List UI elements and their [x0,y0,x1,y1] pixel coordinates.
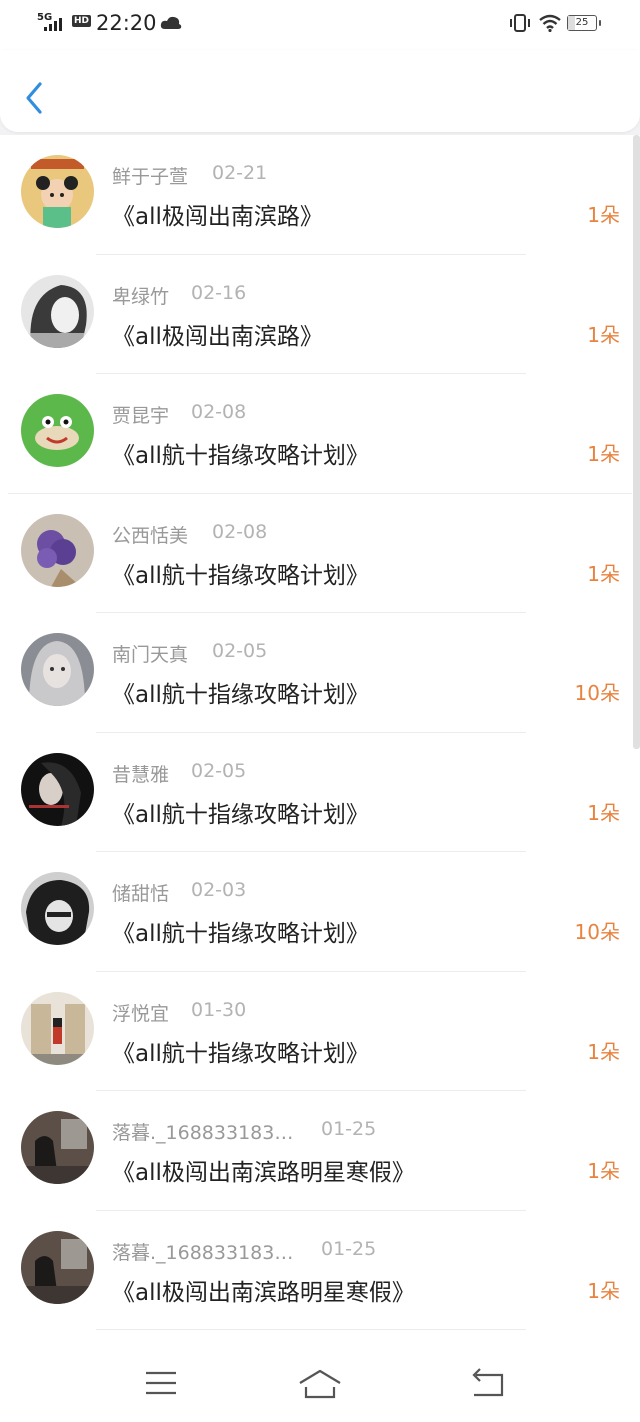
sender-name: 落暮._168833183… [112,1241,294,1264]
avatar[interactable] [21,1230,94,1304]
flower-count: 1朵 [587,1278,620,1303]
book-title[interactable]: 《all航十指缘攻略计划》 [112,1034,369,1068]
flower-count: 1朵 [587,1039,620,1064]
avatar[interactable] [21,274,94,348]
sender-name: 浮悦宜 [112,1002,170,1025]
gift-date: 02-03 [191,879,247,901]
sender-name: 公西恬美 [112,524,189,547]
sender-name: 贾昆宇 [112,405,170,427]
gift-list: 鲜于子萱 02-21 《all极闯出南滨路》 1朵 卑绿竹 02-16 《all… [0,135,640,1331]
gift-date: 01-25 [321,1118,377,1140]
gift-date: 02-05 [191,759,247,782]
divider [96,1329,526,1330]
status-bar: 5G HD 22:20 25 [0,0,640,50]
system-nav-bar [0,1331,640,1422]
vibrate-icon [509,14,531,36]
app-header [0,50,640,132]
menu-icon [146,1371,176,1395]
gift-row[interactable]: 鲜于子萱 02-21 《all极闯出南滨路》 1朵 [0,135,632,255]
gift-date: 02-05 [212,640,268,662]
sender-name: 鲜于子萱 [112,166,189,188]
book-title[interactable]: 《all航十指缘攻略计划》 [112,556,369,590]
flower-count: 1朵 [587,800,620,825]
sender-name: 储甜恬 [112,883,170,905]
gift-date: 02-08 [191,401,247,423]
book-title[interactable]: 《all极闯出南滨路明星寒假》 [112,1273,415,1307]
gift-row[interactable]: 浮悦宜 01-30 《all航十指缘攻略计划》 1朵 [0,972,632,1091]
flower-count: 10朵 [574,920,620,944]
gift-row[interactable]: 储甜恬 02-03 《all航十指缘攻略计划》 10朵 [0,852,632,972]
sender-name: 昔慧雅 [112,763,170,786]
back-button[interactable] [22,80,48,116]
gift-row[interactable]: 贾昆宇 02-08 《all航十指缘攻略计划》 1朵 [0,374,632,494]
wifi-icon [538,14,562,36]
battery-icon: 25 [567,15,601,31]
avatar[interactable] [21,633,94,706]
signal-icon [44,16,66,35]
flower-count: 1朵 [587,1159,620,1183]
book-title[interactable]: 《all航十指缘攻略计划》 [112,914,369,948]
gift-row[interactable]: 卑绿竹 02-16 《all极闯出南滨路》 1朵 [0,255,632,374]
book-title[interactable]: 《all极闯出南滨路》 [112,317,323,351]
scrollbar[interactable] [633,135,640,749]
book-title[interactable]: 《all航十指缘攻略计划》 [112,795,369,829]
flower-count: 1朵 [587,322,620,347]
book-title[interactable]: 《all航十指缘攻略计划》 [112,675,369,709]
avatar[interactable] [21,1111,94,1184]
cloud-icon [160,15,182,35]
flower-count: 1朵 [587,203,620,227]
gift-date: 02-08 [212,520,268,543]
avatar[interactable] [21,872,94,945]
gift-row[interactable]: 昔慧雅 02-05 《all航十指缘攻略计划》 1朵 [0,733,632,852]
home-button[interactable] [290,1361,350,1401]
gift-row[interactable]: 南门天真 02-05 《all航十指缘攻略计划》 10朵 [0,613,632,733]
gift-date: 01-30 [191,998,247,1021]
gift-row[interactable]: 公西恬美 02-08 《all航十指缘攻略计划》 1朵 [0,494,632,613]
gift-date: 02-16 [191,281,247,304]
flower-count: 1朵 [587,442,620,466]
sender-name: 落暮._168833183… [112,1122,294,1144]
sender-name: 南门天真 [112,644,189,666]
gift-date: 01-25 [321,1237,377,1260]
clock: 22:20 [96,11,157,35]
avatar[interactable] [21,991,94,1065]
gift-row[interactable]: 落暮._168833183… 01-25 《all极闯出南滨路明星寒假》 1朵 [0,1091,632,1211]
flower-count: 10朵 [574,681,620,705]
avatar[interactable] [21,155,94,228]
sender-name: 卑绿竹 [112,285,170,308]
avatar[interactable] [21,394,94,467]
book-title[interactable]: 《all极闯出南滨路》 [112,197,323,231]
battery-level: 25 [575,17,589,28]
gift-date: 02-21 [212,162,268,184]
avatar[interactable] [21,513,94,587]
home-icon [299,1369,341,1399]
flower-count: 1朵 [587,561,620,586]
book-title[interactable]: 《all航十指缘攻略计划》 [112,436,369,470]
hd-badge: HD [72,15,92,27]
gift-row[interactable]: 落暮._168833183… 01-25 《all极闯出南滨路明星寒假》 1朵 [0,1211,632,1330]
menu-button[interactable] [132,1361,192,1401]
book-title[interactable]: 《all极闯出南滨路明星寒假》 [112,1153,415,1187]
return-button[interactable] [458,1361,518,1401]
back-icon [472,1368,504,1397]
chevron-left-icon [26,82,42,114]
avatar[interactable] [21,752,94,826]
